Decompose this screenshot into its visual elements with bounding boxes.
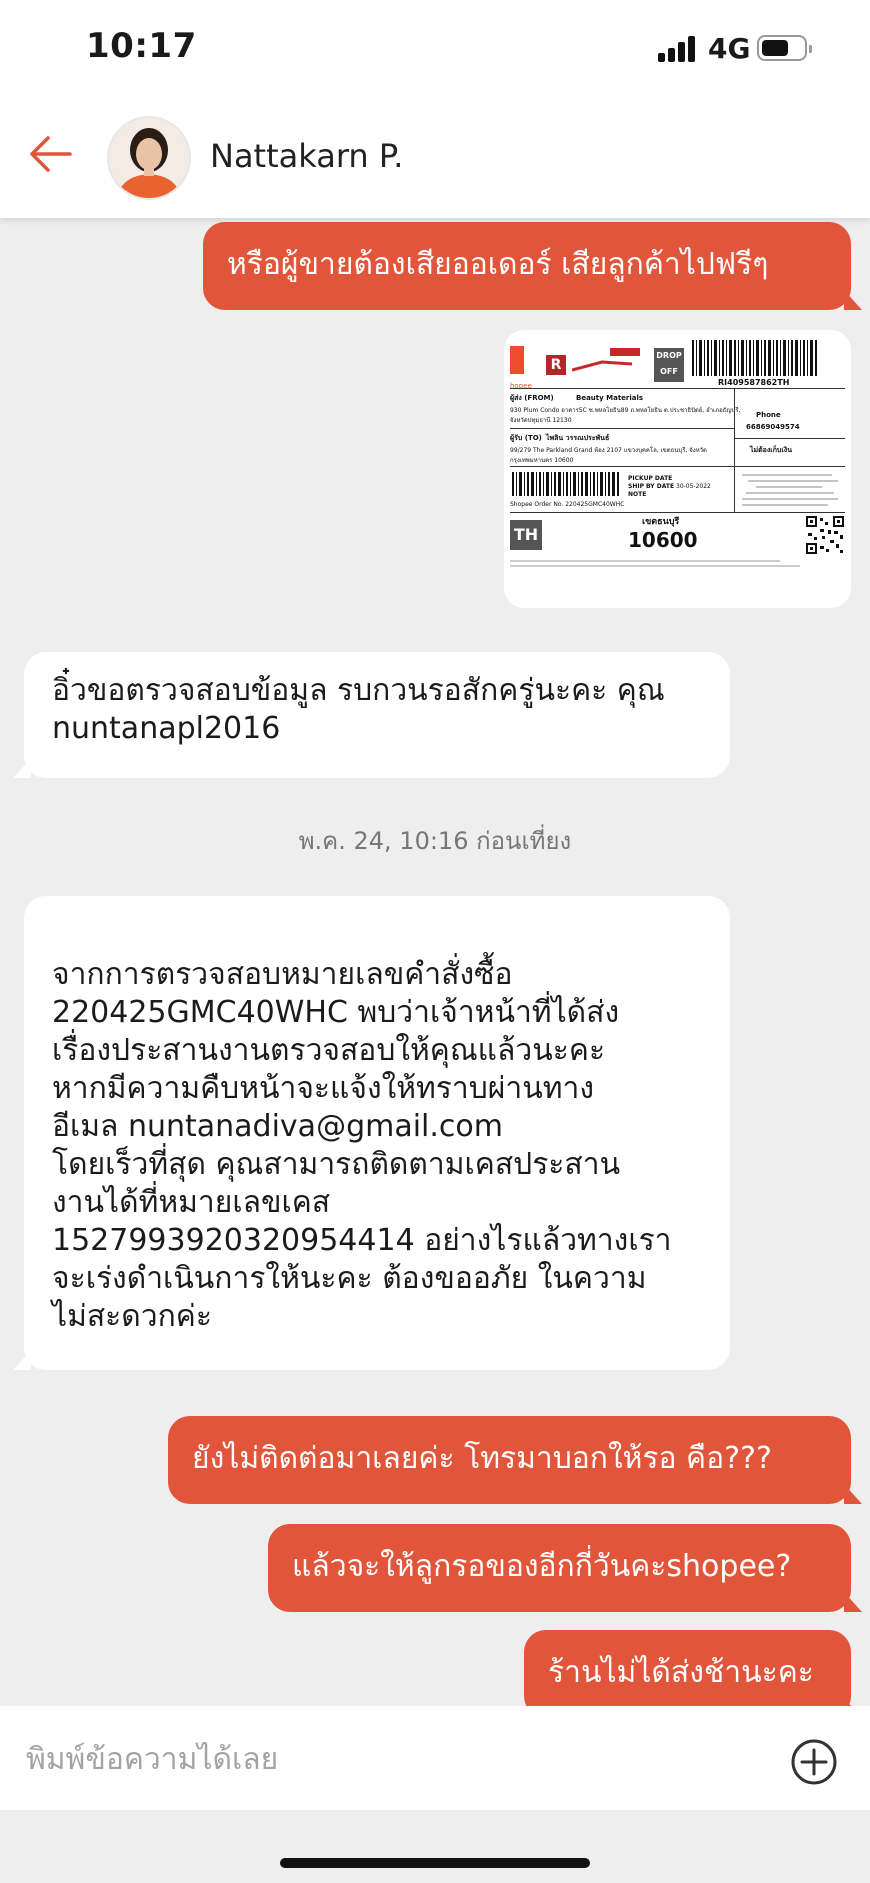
to-name: ไพลิน วรรณประพันธ์ (546, 434, 610, 442)
to-address-line-2: กรุงเทพมหานคร 10600 (510, 457, 574, 464)
message-input-bar: พิมพ์ข้อความได้เลย (0, 1706, 870, 1810)
note-label: NOTE (628, 491, 647, 498)
message-text: อิ๋วขอตรวจสอบข้อมูล รบกวนรอสักครู่นะคะ ค… (52, 673, 665, 746)
message-bubble-incoming[interactable]: อิ๋วขอตรวจสอบข้อมูล รบกวนรอสักครู่นะคะ ค… (13, 652, 730, 778)
message-text: ยังไม่ติดต่อมาเลยค่ะ โทรมาบอกให้รอ คือ??… (192, 1441, 772, 1476)
drop-off-badge: DROP OFF (654, 348, 684, 382)
network-type: 4G (708, 32, 751, 65)
message-bubble-outgoing[interactable]: ยังไม่ติดต่อมาเลยค่ะ โทรมาบอกให้รอ คือ??… (168, 1416, 862, 1504)
avatar[interactable] (107, 116, 191, 200)
message-bubble-outgoing[interactable]: แล้วจะให้ลูกรอของอีกกี่วันคะshopee? (268, 1524, 862, 1612)
cod-note: ไม่ต้องเก็บเงิน (750, 446, 792, 454)
order-barcode-icon (512, 472, 620, 496)
home-indicator[interactable] (280, 1858, 590, 1868)
image-message-shipping-label[interactable]: hopee R DROP OFF RI409587862TH ผู้ส่ง (F… (504, 330, 851, 608)
order-number: Shopee Order No. 220425GMC40WHC (510, 501, 625, 508)
battery-icon (757, 35, 812, 61)
thai-post-mark-icon (572, 360, 632, 372)
from-address-line-1: 930 Plum Condo อาคาร5C ซ.พหลโยธิน89 ถ.พห… (510, 407, 741, 414)
add-attachment-icon[interactable] (790, 1738, 838, 1786)
from-label: ผู้ส่ง (FROM) (510, 394, 554, 402)
message-bubble-outgoing[interactable]: ร้านไม่ได้ส่งช้านะคะ (524, 1630, 862, 1718)
district: เขตธนบุรี (642, 517, 680, 527)
thailand-post-logo-icon: R (546, 355, 566, 375)
home-area (0, 1810, 870, 1883)
message-text: ร้านไม่ได้ส่งช้านะคะ (548, 1655, 814, 1690)
postcode: 10600 (628, 528, 698, 552)
barcode-icon (692, 340, 818, 376)
contact-name[interactable]: Nattakarn P. (210, 137, 403, 175)
shopee-logo-icon (510, 346, 524, 374)
message-bubble-incoming[interactable]: จากการตรวจสอบหมายเลขคำสั่งซื้อ 220425GMC… (13, 896, 730, 1370)
to-address-line-1: 99/279 The Parkland Grand ห้อง 2107 แขวง… (510, 447, 707, 454)
message-text: แล้วจะให้ลูกรอของอีกกี่วันคะshopee? (292, 1549, 792, 1584)
message-bubble-outgoing[interactable]: หรือผู้ขายต้องเสียออเดอร์ เสียลูกค้าไปฟร… (203, 222, 862, 310)
status-bar: 10:17 4G (0, 0, 870, 100)
qr-code-icon (806, 516, 844, 554)
phone-number: 66869049574 (746, 423, 800, 431)
tracking-number: RI409587862TH (718, 378, 790, 387)
to-label: ผู้รับ (TO) (510, 434, 542, 442)
fine-print (742, 472, 838, 508)
from-address-line-2: จังหวัดปทุมธานี 12130 (510, 417, 572, 424)
signal-icon (658, 36, 698, 62)
shipping-label: hopee R DROP OFF RI409587862TH ผู้ส่ง (F… (510, 336, 845, 602)
message-input[interactable]: พิมพ์ข้อความได้เลย (26, 1736, 278, 1783)
country-badge: TH (510, 520, 542, 550)
from-name: Beauty Materials (576, 394, 644, 402)
status-time: 10:17 (86, 26, 197, 66)
legal-text (510, 558, 800, 570)
ship-by-date-value: 30-05-2022 (676, 483, 711, 490)
message-text: หรือผู้ขายต้องเสียออเดอร์ เสียลูกค้าไปฟร… (227, 247, 769, 282)
message-timestamp: พ.ค. 24, 10:16 ก่อนเที่ยง (298, 827, 572, 855)
back-arrow-icon[interactable] (26, 130, 74, 178)
chat-header: Nattakarn P. (0, 100, 870, 218)
message-text: จากการตรวจสอบหมายเลขคำสั่งซื้อ 220425GMC… (52, 957, 672, 1334)
phone-label: Phone (756, 411, 781, 419)
